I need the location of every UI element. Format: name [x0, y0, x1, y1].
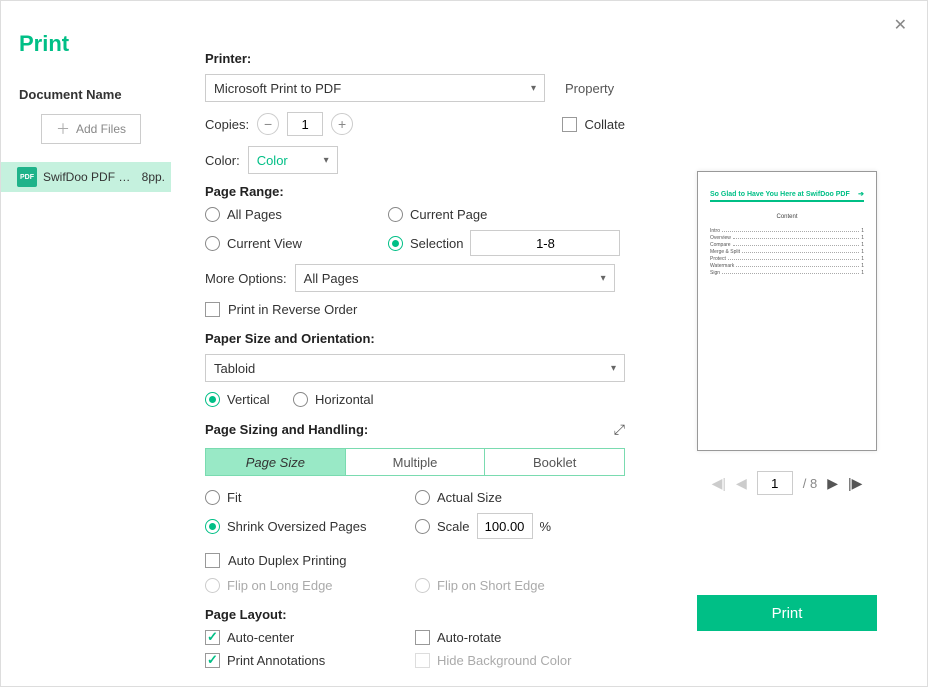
file-page-count: 8pp.	[142, 170, 165, 184]
sizing-tabs: Page Size Multiple Booklet	[205, 448, 625, 476]
collate-label: Collate	[585, 117, 625, 132]
copies-label: Copies:	[205, 117, 249, 132]
radio-fit[interactable]	[205, 490, 220, 505]
paper-size-select[interactable]: Tabloid	[205, 354, 625, 382]
current-view-label: Current View	[227, 236, 302, 251]
copies-decrement[interactable]: −	[257, 113, 279, 135]
pdf-icon: PDF	[17, 167, 37, 187]
flip-short-label: Flip on Short Edge	[437, 578, 545, 593]
document-name-heading: Document Name	[1, 81, 171, 114]
reverse-order-label: Print in Reverse Order	[228, 302, 357, 317]
pager-prev-icon[interactable]: ◀	[736, 475, 747, 492]
selection-label: Selection	[410, 236, 463, 251]
current-page-label: Current Page	[410, 207, 487, 222]
radio-flip-short	[415, 578, 430, 593]
duplex-checkbox[interactable]	[205, 553, 220, 568]
radio-actual-size[interactable]	[415, 490, 430, 505]
horizontal-label: Horizontal	[315, 392, 374, 407]
radio-all-pages[interactable]	[205, 207, 220, 222]
color-label: Color:	[205, 153, 240, 168]
selection-range-input[interactable]	[470, 230, 620, 256]
auto-center-label: Auto-center	[227, 630, 294, 645]
auto-center-checkbox[interactable]	[205, 630, 220, 645]
shrink-label: Shrink Oversized Pages	[227, 519, 366, 534]
print-annotations-checkbox[interactable]	[205, 653, 220, 668]
auto-rotate-checkbox[interactable]	[415, 630, 430, 645]
more-options-label: More Options:	[205, 271, 287, 286]
pager-last-icon[interactable]: |▶	[848, 475, 862, 492]
sizing-label: Page Sizing and Handling:	[205, 422, 368, 437]
print-settings: Printer: Microsoft Print to PDF Property…	[171, 1, 677, 686]
sidebar: Print Document Name ＋ Add Files PDF Swif…	[1, 1, 171, 686]
radio-current-view[interactable]	[205, 236, 220, 251]
printer-property-link[interactable]: Property	[565, 81, 614, 96]
radio-vertical[interactable]	[205, 392, 220, 407]
fit-label: Fit	[227, 490, 241, 505]
copies-increment[interactable]: +	[331, 113, 353, 135]
tab-page-size[interactable]: Page Size	[206, 449, 345, 475]
dialog-title: Print	[1, 31, 171, 81]
flip-long-label: Flip on Long Edge	[227, 578, 333, 593]
print-annotations-label: Print Annotations	[227, 653, 325, 668]
close-icon[interactable]: ✕	[894, 15, 907, 35]
actual-size-label: Actual Size	[437, 490, 502, 505]
hide-bg-checkbox	[415, 653, 430, 668]
radio-shrink[interactable]	[205, 519, 220, 534]
page-layout-label: Page Layout:	[205, 607, 653, 622]
auto-rotate-label: Auto-rotate	[437, 630, 501, 645]
copies-input[interactable]	[287, 112, 323, 136]
tab-multiple[interactable]: Multiple	[345, 449, 485, 475]
scale-input[interactable]	[477, 513, 533, 539]
radio-selection[interactable]	[388, 236, 403, 251]
preview-pager: ◀| ◀ / 8 ▶ |▶	[712, 471, 863, 495]
pager-first-icon[interactable]: ◀|	[712, 475, 726, 492]
preview-arrow-icon: ➔	[858, 190, 864, 198]
preview-page: So Glad to Have You Here at SwifDoo PDF …	[697, 171, 877, 451]
hide-bg-label: Hide Background Color	[437, 653, 571, 668]
preview-toc: Intro1 Overview1 Compare1 Merge & Split1…	[710, 228, 864, 276]
preview-pane: So Glad to Have You Here at SwifDoo PDF …	[677, 1, 927, 686]
more-options-select[interactable]: All Pages	[295, 264, 615, 292]
printer-select[interactable]: Microsoft Print to PDF	[205, 74, 545, 102]
file-name: SwifDoo PDF Us..	[43, 170, 136, 184]
scale-reset-icon[interactable]: ⤢	[614, 421, 625, 438]
paper-size-label: Paper Size and Orientation:	[205, 331, 653, 346]
collate-checkbox[interactable]	[562, 117, 577, 132]
file-list-item[interactable]: PDF SwifDoo PDF Us.. 8pp.	[1, 162, 171, 192]
pager-total: / 8	[803, 476, 817, 491]
vertical-label: Vertical	[227, 392, 270, 407]
radio-current-page[interactable]	[388, 207, 403, 222]
radio-horizontal[interactable]	[293, 392, 308, 407]
radio-flip-long	[205, 578, 220, 593]
preview-content-heading: Content	[710, 214, 864, 220]
plus-icon: ＋	[56, 119, 70, 139]
duplex-label: Auto Duplex Printing	[228, 553, 347, 568]
radio-scale[interactable]	[415, 519, 430, 534]
scale-label: Scale	[437, 519, 470, 534]
print-button[interactable]: Print	[697, 595, 877, 631]
add-files-label: Add Files	[76, 122, 126, 136]
pager-next-icon[interactable]: ▶	[827, 475, 838, 492]
all-pages-label: All Pages	[227, 207, 282, 222]
reverse-order-checkbox[interactable]	[205, 302, 220, 317]
preview-heading: So Glad to Have You Here at SwifDoo PDF	[710, 191, 850, 198]
add-files-button[interactable]: ＋ Add Files	[41, 114, 141, 144]
page-range-label: Page Range:	[205, 184, 653, 199]
color-select[interactable]: Color	[248, 146, 338, 174]
pager-page-input[interactable]	[757, 471, 793, 495]
scale-unit: %	[540, 519, 552, 534]
tab-booklet[interactable]: Booklet	[484, 449, 624, 475]
printer-label: Printer:	[205, 51, 653, 66]
